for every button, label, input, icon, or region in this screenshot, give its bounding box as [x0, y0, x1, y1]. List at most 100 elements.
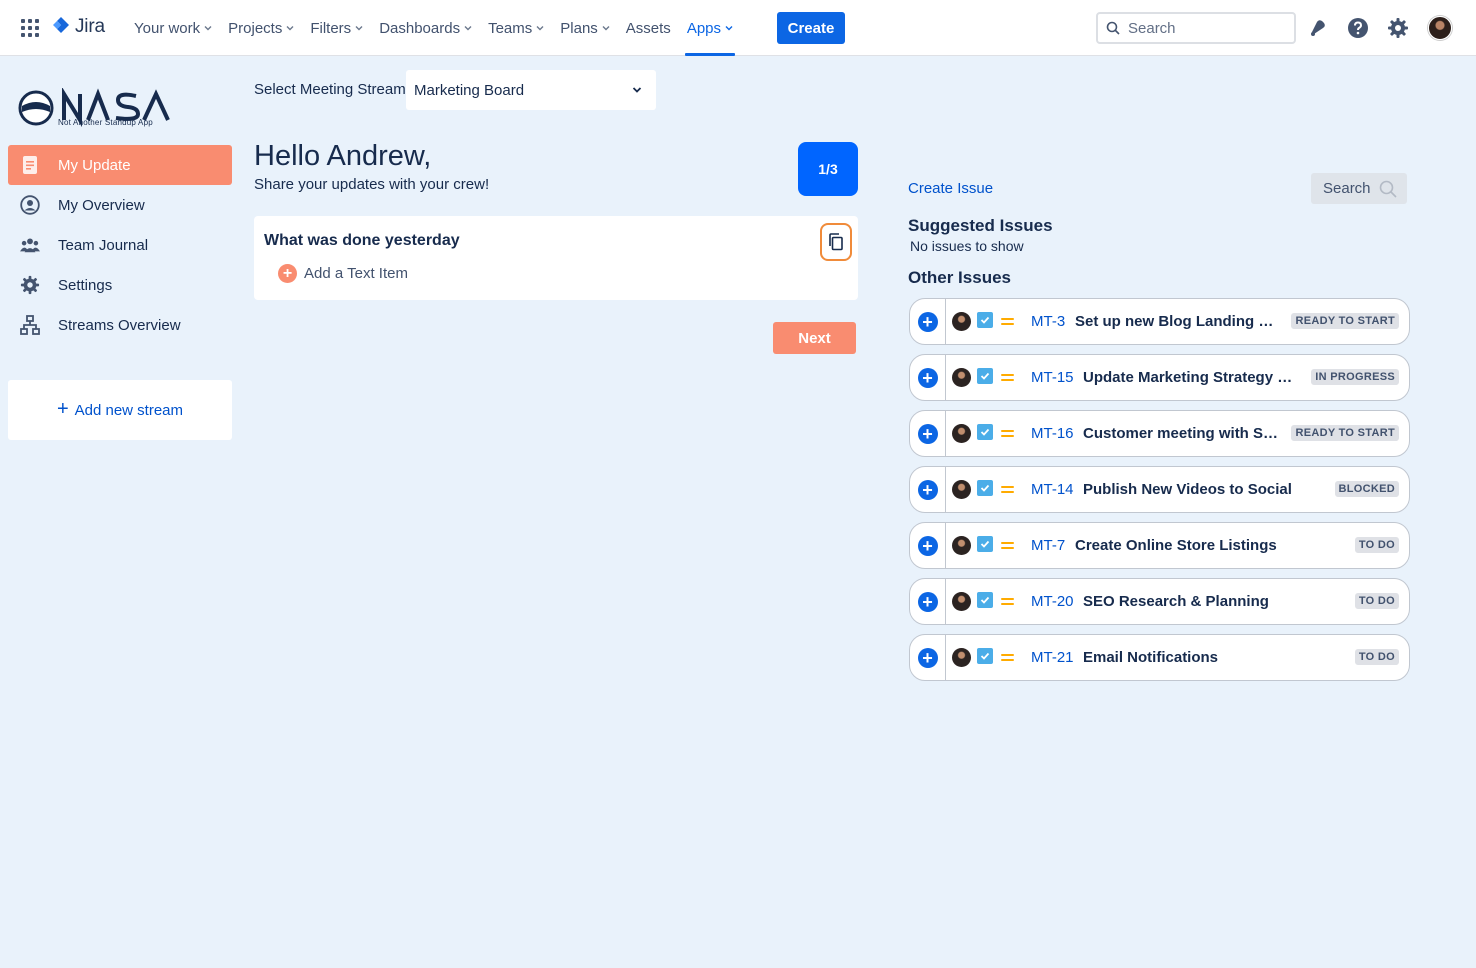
status-badge: BLOCKED — [1334, 481, 1399, 497]
status-badge: READY TO START — [1291, 313, 1399, 329]
priority-medium-icon — [1001, 370, 1014, 384]
nav-apps[interactable]: Apps — [679, 0, 741, 56]
person-circle-icon — [20, 195, 40, 215]
issue-key[interactable]: MT-16 — [1031, 425, 1074, 442]
issue-row[interactable]: + MT-3 Set up new Blog Landing Page READY T… — [909, 298, 1410, 345]
status-badge: TO DO — [1354, 649, 1399, 665]
nav-dashboards[interactable]: Dashboards — [371, 0, 480, 56]
task-type-icon — [977, 592, 993, 608]
settings-icon[interactable] — [1386, 16, 1410, 40]
stream-select-value: Marketing Board — [414, 81, 525, 99]
nav-label: Filters — [310, 19, 352, 37]
assignee-avatar — [952, 592, 971, 611]
issue-row[interactable]: + MT-21 Email Notifications TO DO — [909, 634, 1410, 681]
product-name: Jira — [75, 16, 105, 37]
copy-button[interactable] — [820, 223, 852, 261]
issue-key[interactable]: MT-20 — [1031, 593, 1074, 610]
search-input[interactable] — [1128, 19, 1278, 37]
search-icon — [1379, 180, 1397, 198]
add-issue-button[interactable]: + — [910, 523, 946, 568]
sidebar-item-label: My Overview — [58, 196, 145, 214]
global-search[interactable] — [1096, 12, 1296, 44]
issue-key[interactable]: MT-14 — [1031, 481, 1074, 498]
create-issue-link[interactable]: Create Issue — [908, 180, 993, 197]
other-issues-title: Other Issues — [908, 268, 1011, 287]
add-issue-button[interactable]: + — [910, 411, 946, 456]
jira-logo-icon — [53, 17, 69, 33]
plus-circle-icon: + — [917, 367, 938, 388]
chevron-down-icon — [602, 26, 610, 31]
app-switcher-icon[interactable] — [21, 19, 39, 37]
nav-plans[interactable]: Plans — [552, 0, 618, 56]
issue-row[interactable]: + MT-15 Update Marketing Strategy wit... IN… — [909, 354, 1410, 401]
task-type-icon — [977, 648, 993, 664]
meeting-stream-select[interactable]: Marketing Board — [406, 70, 656, 110]
issue-key[interactable]: MT-15 — [1031, 369, 1074, 386]
issue-row[interactable]: + MT-7 Create Online Store Listings TO DO — [909, 522, 1410, 569]
hierarchy-icon — [20, 315, 40, 335]
issue-key[interactable]: MT-3 — [1031, 313, 1065, 330]
status-badge: READY TO START — [1291, 425, 1399, 441]
primary-nav: Your work Projects Filters Dashboards Te… — [126, 0, 741, 56]
chevron-down-icon — [536, 26, 544, 31]
nav-projects[interactable]: Projects — [220, 0, 302, 56]
issue-key[interactable]: MT-7 — [1031, 537, 1065, 554]
plus-circle-icon: + — [917, 535, 938, 556]
task-type-icon — [977, 480, 993, 496]
jira-logo[interactable]: Jira — [52, 16, 105, 38]
add-text-item-button[interactable]: + Add a Text Item — [278, 264, 408, 283]
sidebar-item-label: Streams Overview — [58, 316, 181, 334]
task-type-icon — [977, 312, 993, 328]
issue-row[interactable]: + MT-20 SEO Research & Planning TO DO — [909, 578, 1410, 625]
sidebar-item-settings[interactable]: Settings — [8, 265, 232, 305]
sidebar-item-team-journal[interactable]: Team Journal — [8, 225, 232, 265]
nav-assets[interactable]: Assets — [618, 0, 679, 56]
next-button[interactable]: Next — [773, 322, 856, 354]
add-issue-button[interactable]: + — [910, 579, 946, 624]
priority-medium-icon — [1001, 426, 1014, 440]
chevron-down-icon — [464, 26, 472, 31]
plus-circle-icon: + — [917, 311, 938, 332]
issue-row[interactable]: + MT-14 Publish New Videos to Social BLOCKE… — [909, 466, 1410, 513]
profile-avatar[interactable] — [1428, 16, 1452, 40]
issue-summary: Email Notifications — [1083, 649, 1219, 666]
issue-search-button[interactable]: Search — [1311, 173, 1407, 204]
nav-label: Assets — [625, 19, 671, 37]
create-button[interactable]: Create — [777, 12, 845, 44]
add-text-label: Add a Text Item — [304, 265, 408, 282]
add-new-stream-button[interactable]: + Add new stream — [8, 380, 232, 440]
add-issue-button[interactable]: + — [910, 355, 946, 400]
nav-filters[interactable]: Filters — [302, 0, 371, 56]
add-issue-button[interactable]: + — [910, 299, 946, 344]
step-indicator: 1/3 — [798, 142, 858, 196]
plus-circle-icon: + — [917, 423, 938, 444]
sidebar-item-my-overview[interactable]: My Overview — [8, 185, 232, 225]
sidebar-item-label: Team Journal — [58, 236, 149, 254]
nav-label: Teams — [488, 19, 533, 37]
people-icon — [20, 235, 40, 255]
sidebar-item-label: My Update — [58, 156, 131, 174]
notifications-icon[interactable] — [1306, 16, 1330, 40]
task-type-icon — [977, 368, 993, 384]
issue-row[interactable]: + MT-16 Customer meeting with Sp... READY T… — [909, 410, 1410, 457]
plus-icon: + — [56, 397, 69, 420]
add-issue-button[interactable]: + — [910, 635, 946, 680]
issue-summary: SEO Research & Planning — [1083, 593, 1269, 610]
plus-circle-icon: + — [917, 647, 938, 668]
sidebar-item-streams-overview[interactable]: Streams Overview — [8, 305, 232, 345]
nav-teams[interactable]: Teams — [480, 0, 552, 56]
issue-summary: Customer meeting with Sp... — [1083, 425, 1279, 442]
assignee-avatar — [952, 536, 971, 555]
issue-search-label: Search — [1323, 180, 1371, 197]
sidebar-item-label: Settings — [58, 276, 113, 294]
nav-your-work[interactable]: Your work — [126, 0, 220, 56]
logo-tagline: Not Another Standup App — [58, 118, 153, 127]
document-icon — [20, 155, 40, 175]
add-issue-button[interactable]: + — [910, 467, 946, 512]
help-icon[interactable] — [1346, 16, 1370, 40]
nav-label: Your work — [134, 19, 201, 37]
sidebar-item-my-update[interactable]: My Update — [8, 145, 232, 185]
assignee-avatar — [952, 424, 971, 443]
issue-key[interactable]: MT-21 — [1031, 649, 1074, 666]
suggested-issues-title: Suggested Issues — [908, 216, 1053, 235]
